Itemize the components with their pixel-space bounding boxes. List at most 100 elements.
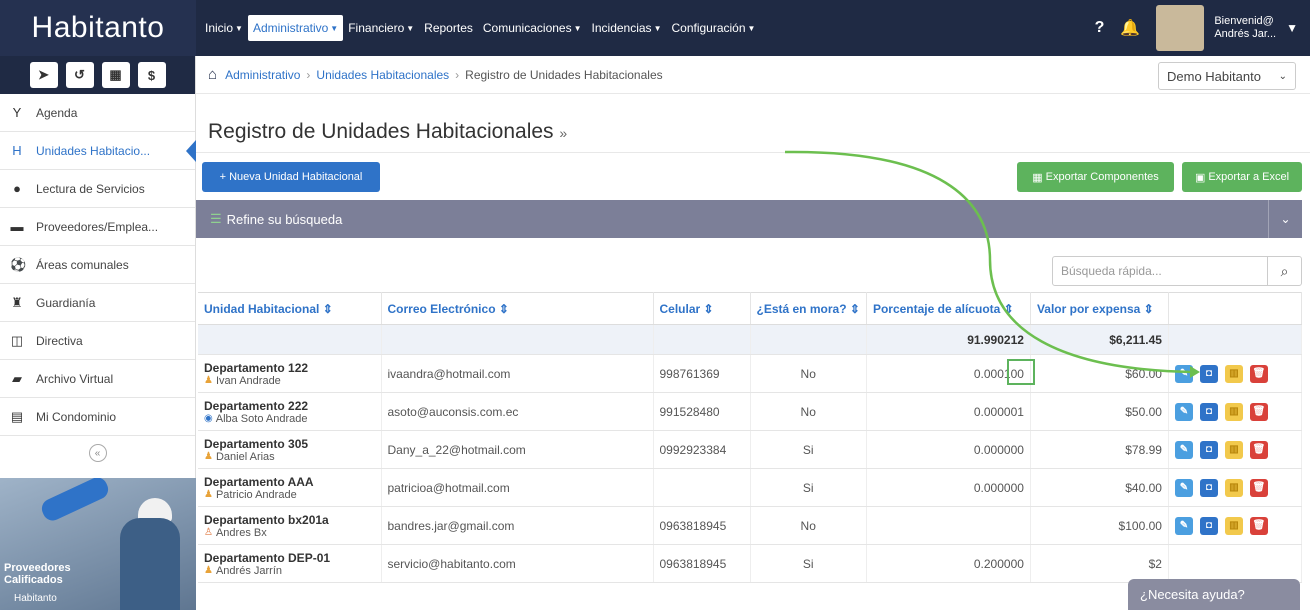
col-unidad[interactable]: Unidad Habitacional ⇕ (198, 292, 382, 325)
nav-configuracion[interactable]: Configuración ▼ (666, 15, 760, 41)
email-cell: servicio@habitanto.com (381, 544, 654, 583)
mora-cell: Si (750, 544, 867, 583)
unit-name[interactable]: Departamento DEP-01 (204, 551, 375, 565)
nav-reportes[interactable]: Reportes (419, 15, 478, 41)
mora-cell: Si (750, 468, 867, 507)
unit-name[interactable]: Departamento 222 (204, 399, 375, 413)
phone-cell: 998761369 (653, 354, 751, 393)
chart-icon[interactable]: ▥ (1224, 440, 1243, 459)
alicuota-cell: 0.200000 (866, 544, 1031, 583)
nav-incidencias[interactable]: Incidencias ▼ (587, 15, 667, 41)
chevron-down-icon: ⌄ (1278, 70, 1287, 82)
sort-icon: ⇕ (703, 301, 714, 316)
col-alicuota[interactable]: Porcentaje de alícuota ⇕ (866, 292, 1031, 325)
chart-icon[interactable]: ▥ (1224, 516, 1243, 535)
unit-detail-icon[interactable]: ◘ (1199, 402, 1218, 421)
excel-icon: ▣ (1194, 171, 1206, 184)
brand-logo[interactable]: Habitanto (0, 0, 196, 56)
caret-down-icon: ▼ (406, 23, 415, 33)
main-content: ⌂ Administrativo › Unidades Habitacional… (196, 56, 1310, 610)
email-cell: Dany_a_22@hotmail.com (381, 430, 654, 469)
delete-icon[interactable]: 🗑 (1249, 516, 1268, 535)
mora-cell: Si (750, 430, 867, 469)
edit-icon[interactable]: ✎ (1174, 364, 1193, 383)
tie-icon: Y (12, 105, 22, 120)
chart-icon[interactable]: ▥ (1224, 478, 1243, 497)
search-icon[interactable]: ⌕ (1267, 257, 1301, 285)
edit-icon[interactable]: ✎ (1174, 516, 1193, 535)
sidebar-item-unidades[interactable]: H Unidades Habitacio... (0, 132, 196, 170)
unit-detail-icon[interactable]: ◘ (1199, 478, 1218, 497)
unit-detail-icon[interactable]: ◘ (1199, 440, 1218, 459)
totals-row: 91.990212 $6,211.45 (198, 324, 1303, 355)
home-icon[interactable]: ⌂ (208, 66, 217, 83)
unit-name[interactable]: Departamento AAA (204, 475, 375, 489)
dollar-icon[interactable]: $ (137, 62, 166, 88)
sidebar-item-condominio[interactable]: ▤ Mi Condominio (0, 398, 195, 436)
export-excel-button[interactable]: ▣ Exportar a Excel (1182, 162, 1302, 192)
delete-icon[interactable]: 🗑 (1249, 402, 1268, 421)
unit-detail-icon[interactable]: ◘ (1199, 516, 1218, 535)
phone-cell: 0963818945 (653, 544, 751, 583)
chart-icon[interactable]: ▥ (1224, 402, 1243, 421)
owner-name: Alba Soto Andrade (215, 412, 308, 425)
col-expensa[interactable]: Valor por expensa ⇕ (1030, 292, 1169, 325)
sort-icon: ⇕ (1143, 301, 1154, 316)
promo-banner[interactable]: Proveedores Calificados Habitanto (0, 478, 196, 610)
sidebar-item-areas[interactable]: ⚽ Áreas comunales (0, 246, 195, 284)
col-correo[interactable]: Correo Electrónico ⇕ (381, 292, 654, 325)
user-welcome[interactable]: Bienvenid@ Andrés Jar... (1214, 15, 1276, 41)
sidebar-item-guardiania[interactable]: ♜ Guardianía (0, 284, 195, 322)
export-components-button[interactable]: ▦ Exportar Componentes (1017, 162, 1174, 192)
user-dropdown-icon[interactable]: ▼ (1286, 21, 1298, 35)
edit-icon[interactable]: ✎ (1174, 440, 1193, 459)
delete-icon[interactable]: 🗑 (1249, 440, 1268, 459)
edit-icon[interactable]: ✎ (1174, 478, 1193, 497)
breadcrumb-administrativo[interactable]: Administrativo (225, 68, 300, 82)
sidebar-item-directiva[interactable]: ◫ Directiva (0, 322, 195, 360)
bell-icon[interactable]: 🔔 (1120, 18, 1140, 38)
unit-name[interactable]: Departamento 122 (204, 361, 375, 375)
avatar[interactable] (1156, 5, 1205, 51)
delete-icon[interactable]: 🗑 (1249, 478, 1268, 497)
unit-detail-icon[interactable]: ◘ (1199, 364, 1218, 383)
nav-administrativo[interactable]: Administrativo ▼ (247, 15, 344, 41)
nav-inicio[interactable]: Inicio ▼ (200, 15, 248, 41)
caret-down-icon: ▼ (235, 23, 243, 33)
sidebar-item-proveedores[interactable]: ▬ Proveedores/Emplea... (0, 208, 195, 246)
delete-icon[interactable]: 🗑 (1249, 364, 1268, 383)
person-icon: ♟ (204, 489, 213, 500)
sidebar-collapse[interactable]: « (0, 436, 195, 470)
help-chat-button[interactable]: ¿Necesita ayuda? (1128, 579, 1300, 610)
chart-icon[interactable]: ▥ (1224, 364, 1243, 383)
sidebar-item-archivo[interactable]: ▰ Archivo Virtual (0, 360, 195, 398)
unit-name[interactable]: Departamento 305 (204, 437, 375, 451)
table-row: Departamento bx201a ♙ Andres Bx bandres.ja… (198, 506, 1303, 545)
help-icon[interactable]: ? (1095, 19, 1105, 37)
sort-icon: ⇕ (322, 301, 333, 316)
col-celular[interactable]: Celular ⇕ (653, 292, 751, 325)
col-mora[interactable]: ¿Está en mora? ⇕ (750, 292, 867, 325)
edit-icon[interactable]: ✎ (1174, 402, 1193, 421)
phone-cell: 0992923384 (653, 430, 751, 469)
sidebar-item-agenda[interactable]: Y Agenda (0, 94, 195, 132)
total-alicuota: 91.990212 (866, 324, 1031, 355)
expensa-cell: $40.00 (1030, 468, 1169, 507)
refine-toggle-icon[interactable]: ⌄ (1268, 200, 1302, 238)
new-unit-button[interactable]: + Nueva Unidad Habitacional (202, 162, 380, 192)
nav-comunicaciones[interactable]: Comunicaciones ▼ (478, 15, 587, 41)
refine-search-panel[interactable]: ☰ Refine su búsqueda ⌄ (196, 200, 1302, 238)
unit-name[interactable]: Departamento bx201a (204, 513, 375, 527)
top-navbar: Habitanto Inicio ▼ Administrativo ▼ Financ… (0, 0, 1310, 56)
history-icon[interactable]: ↺ (65, 62, 94, 88)
send-icon[interactable]: ➤ (29, 62, 58, 88)
breadcrumb-unidades[interactable]: Unidades Habitacionales (316, 68, 449, 82)
mora-cell: No (750, 506, 867, 545)
calculator-icon[interactable]: ▦ (101, 62, 130, 88)
sidebar-item-lectura[interactable]: ● Lectura de Servicios (0, 170, 195, 208)
expensa-cell: $100.00 (1030, 506, 1169, 545)
nav-financiero[interactable]: Financiero ▼ (343, 15, 419, 41)
condominium-select[interactable]: Demo Habitanto ⌄ (1158, 62, 1296, 90)
quick-search-input[interactable]: Búsqueda rápida... (1053, 257, 1267, 285)
table-row: Departamento 222 ◉ Alba Soto Andrade asoto… (198, 392, 1303, 431)
